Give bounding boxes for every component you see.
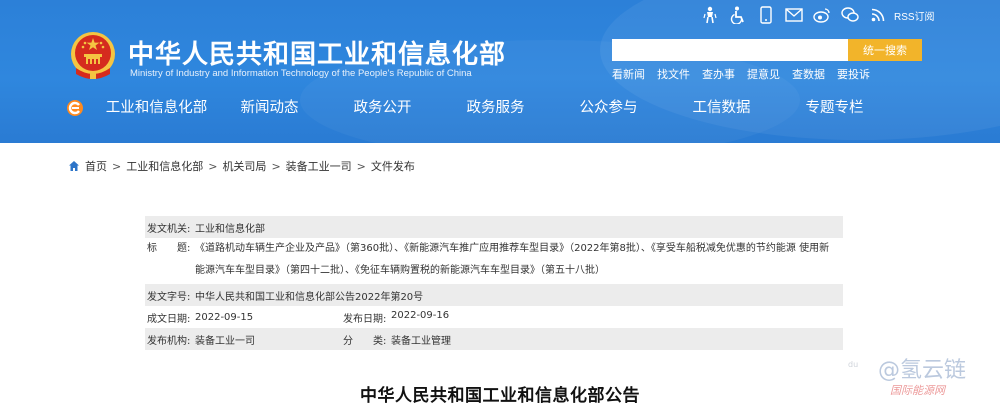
- nav-item-special-topics[interactable]: 专题专栏: [778, 92, 891, 124]
- info-row-docno: 发文字号: 中华人民共和国工业和信息化部公告2022年第20号: [145, 284, 843, 306]
- breadcrumb-separator: >: [356, 159, 366, 173]
- wechat-icon[interactable]: [840, 5, 860, 25]
- accessibility-icon[interactable]: [728, 5, 748, 25]
- search-input[interactable]: [612, 39, 848, 61]
- breadcrumb: 首页 > 工业和信息化部 > 机关司局 > 装备工业一司 > 文件发布: [68, 158, 415, 174]
- date-written-value: 2022-09-15: [195, 311, 254, 323]
- quick-link-services[interactable]: 查办事: [702, 66, 735, 82]
- watermark: du @氢云链 国际能源网: [848, 352, 998, 408]
- weibo-icon[interactable]: [812, 5, 832, 25]
- document-info-table: 发文机关: 工业和信息化部 标 题: 《道路机动车辆生产企业及产品》（第360批…: [145, 216, 843, 350]
- org-value: 装备工业一司: [195, 335, 255, 347]
- nav-item-ministry[interactable]: 工业和信息化部: [100, 92, 213, 124]
- breadcrumb-departments[interactable]: 机关司局: [222, 158, 266, 174]
- category-value: 装备工业管理: [391, 335, 451, 347]
- nav-item-news[interactable]: 新闻动态: [213, 92, 326, 124]
- date-written-label: 成文日期:: [147, 313, 191, 325]
- elderly-mode-icon[interactable]: [700, 5, 720, 25]
- quick-link-feedback[interactable]: 提意见: [747, 66, 780, 82]
- date-published-label: 发布日期:: [343, 313, 387, 325]
- breadcrumb-separator: >: [112, 159, 122, 173]
- ministry-logo-icon[interactable]: [66, 99, 84, 117]
- info-row-dates: 成文日期: 2022-09-15 发布日期: 2022-09-16: [145, 306, 843, 328]
- breadcrumb-file-release[interactable]: 文件发布: [371, 158, 415, 174]
- breadcrumb-home[interactable]: 首页: [85, 158, 107, 174]
- site-title[interactable]: 中华人民共和国工业和信息化部: [128, 34, 506, 71]
- title-label: 标 题:: [147, 243, 191, 254]
- docno-value: 中华人民共和国工业和信息化部公告2022年第20号: [195, 291, 424, 303]
- site-header: 中华人民共和国工业和信息化部 Ministry of Industry and …: [0, 0, 1000, 143]
- nav-item-data[interactable]: 工信数据: [665, 92, 778, 124]
- top-utility-icons: RSS订阅: [700, 5, 935, 25]
- nav-item-public-participation[interactable]: 公众参与: [552, 92, 665, 124]
- breadcrumb-ministry[interactable]: 工业和信息化部: [126, 158, 203, 174]
- unified-search-button[interactable]: 统一搜索: [848, 39, 922, 61]
- quick-links: 看新闻 找文件 查办事 提意见 查数据 要投诉: [612, 66, 870, 82]
- issuer-label: 发文机关:: [147, 223, 191, 235]
- category-label: 分 类:: [343, 335, 387, 347]
- mobile-icon[interactable]: [756, 5, 776, 25]
- nav-item-open-government[interactable]: 政务公开: [326, 92, 439, 124]
- site-subtitle: Ministry of Industry and Information Tec…: [130, 68, 472, 79]
- watermark-brand: @氢云链: [878, 358, 967, 383]
- quick-link-complaint[interactable]: 要投诉: [837, 66, 870, 82]
- breadcrumb-separator: >: [208, 159, 218, 173]
- info-row-issuer: 发文机关: 工业和信息化部: [145, 216, 843, 238]
- national-emblem-icon[interactable]: [70, 30, 116, 80]
- info-row-title: 标 题: 《道路机动车辆生产企业及产品》（第360批）、《新能源汽车推广应用推荐…: [145, 238, 843, 284]
- docno-label: 发文字号:: [147, 291, 191, 303]
- date-published-value: 2022-09-16: [391, 309, 450, 321]
- quick-link-files[interactable]: 找文件: [657, 66, 690, 82]
- quick-link-data[interactable]: 查数据: [792, 66, 825, 82]
- nav-item-government-services[interactable]: 政务服务: [439, 92, 552, 124]
- issuer-value: 工业和信息化部: [195, 223, 265, 235]
- rss-icon[interactable]: [868, 5, 888, 25]
- home-icon[interactable]: [68, 160, 80, 172]
- org-label: 发布机构:: [147, 335, 191, 347]
- search-box: 统一搜索: [612, 39, 922, 61]
- rss-subscribe-link[interactable]: RSS订阅: [894, 8, 935, 23]
- info-row-org: 发布机构: 装备工业一司 分 类: 装备工业管理: [145, 328, 843, 350]
- main-nav: 工业和信息化部 新闻动态 政务公开 政务服务 公众参与 工信数据 专题专栏: [100, 92, 891, 124]
- watermark-sub: 国际能源网: [890, 384, 945, 397]
- mail-icon[interactable]: [784, 5, 804, 25]
- breadcrumb-separator: >: [271, 159, 281, 173]
- quick-link-news[interactable]: 看新闻: [612, 66, 645, 82]
- breadcrumb-equipment-dept[interactable]: 装备工业一司: [286, 158, 352, 174]
- watermark-prefix: du: [848, 360, 859, 369]
- title-value: 《道路机动车辆生产企业及产品》（第360批）、《新能源汽车推广应用推荐车型目录》…: [195, 243, 830, 276]
